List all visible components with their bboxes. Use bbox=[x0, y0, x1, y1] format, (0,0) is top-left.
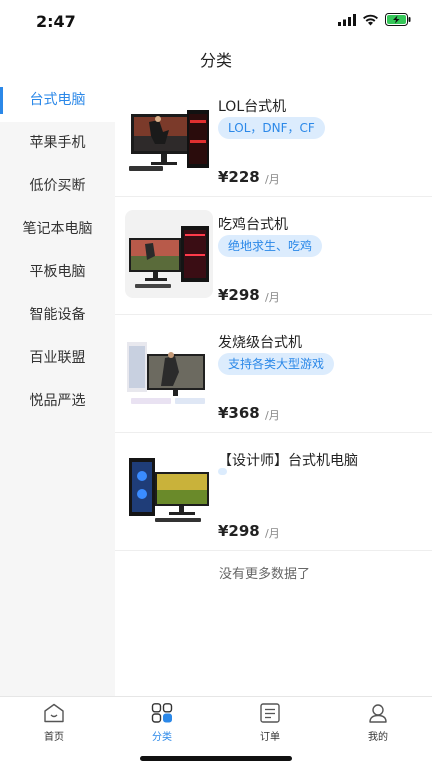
product-image bbox=[125, 328, 213, 416]
product-price: ¥298 bbox=[218, 522, 260, 540]
price-unit: /月 bbox=[265, 409, 280, 422]
product-title: LOL台式机 bbox=[218, 99, 287, 115]
product-card[interactable]: LOL台式机 LOL，DNF，CF ¥228 /月 bbox=[115, 79, 432, 197]
product-price: ¥368 bbox=[218, 404, 260, 422]
sidebar-item-label: 台式电脑 bbox=[29, 92, 86, 108]
product-price: ¥298 bbox=[218, 286, 260, 304]
product-card[interactable]: 吃鸡台式机 绝地求生、吃鸡 ¥298 /月 bbox=[115, 197, 432, 315]
product-image bbox=[125, 446, 213, 534]
product-price: ¥228 bbox=[218, 168, 260, 186]
home-icon bbox=[44, 703, 64, 723]
user-icon bbox=[369, 704, 387, 723]
price-unit: /月 bbox=[265, 527, 280, 540]
product-card[interactable]: 【设计师】台式机电脑 ¥298 /月 bbox=[115, 433, 432, 551]
no-more-data-text: 没有更多数据了 bbox=[219, 567, 311, 582]
category-grid-icon bbox=[151, 703, 173, 723]
tab-orders[interactable]: 订单 bbox=[240, 703, 300, 743]
sidebar-item-tablet[interactable]: 平板电脑 bbox=[0, 251, 115, 294]
wifi-icon bbox=[363, 14, 378, 25]
product-image bbox=[125, 210, 213, 298]
page-title: 分类 bbox=[199, 51, 232, 70]
battery-charging-icon bbox=[385, 13, 411, 26]
sidebar-item-iphone[interactable]: 苹果手机 bbox=[0, 122, 115, 165]
product-tag: LOL，DNF，CF bbox=[218, 117, 325, 139]
sidebar-item-laptop[interactable]: 笔记本电脑 bbox=[0, 208, 115, 251]
sidebar-item-label: 笔记本电脑 bbox=[22, 221, 93, 237]
price-unit: /月 bbox=[265, 291, 280, 304]
product-tag bbox=[218, 468, 227, 475]
tab-label: 我的 bbox=[368, 732, 388, 743]
sidebar-item-label: 苹果手机 bbox=[29, 135, 86, 151]
sidebar-item-label: 平板电脑 bbox=[29, 264, 86, 280]
product-title: 【设计师】台式机电脑 bbox=[218, 453, 358, 469]
sidebar-item-low-price-buyout[interactable]: 低价买断 bbox=[0, 165, 115, 208]
sidebar-item-label: 悦品严选 bbox=[29, 393, 86, 409]
tab-category[interactable]: 分类 bbox=[132, 703, 192, 743]
product-title: 发烧级台式机 bbox=[218, 335, 302, 351]
sidebar-item-label: 低价买断 bbox=[29, 178, 86, 194]
home-indicator bbox=[140, 756, 292, 761]
tab-profile[interactable]: 我的 bbox=[348, 703, 408, 743]
product-image bbox=[125, 92, 213, 180]
tab-home[interactable]: 首页 bbox=[24, 703, 84, 743]
sidebar-item-desktop-pc[interactable]: 台式电脑 bbox=[0, 79, 115, 122]
sidebar-item-smart-devices[interactable]: 智能设备 bbox=[0, 294, 115, 337]
category-sidebar: 台式电脑 苹果手机 低价买断 笔记本电脑 平板电脑 智能设备 百业联盟 悦品严选 bbox=[0, 79, 115, 696]
product-tag: 支持各类大型游戏 bbox=[218, 353, 335, 375]
product-tag: 绝地求生、吃鸡 bbox=[218, 235, 323, 257]
product-title: 吃鸡台式机 bbox=[218, 217, 288, 233]
tab-label: 订单 bbox=[260, 732, 280, 743]
product-list: LOL台式机 LOL，DNF，CF ¥228 /月 吃鸡台式机 绝地求生、吃鸡 bbox=[115, 79, 432, 696]
order-list-icon bbox=[260, 703, 280, 723]
status-icons bbox=[338, 13, 412, 26]
price-unit: /月 bbox=[265, 173, 280, 186]
sidebar-item-label: 百业联盟 bbox=[29, 350, 86, 366]
tab-label: 首页 bbox=[44, 732, 64, 743]
product-card[interactable]: 发烧级台式机 支持各类大型游戏 ¥368 /月 bbox=[115, 315, 432, 433]
sidebar-item-label: 智能设备 bbox=[29, 307, 86, 323]
sidebar-item-selected-goods[interactable]: 悦品严选 bbox=[0, 380, 115, 423]
cellular-signal-icon bbox=[338, 13, 356, 26]
status-time: 2:47 bbox=[36, 12, 76, 31]
tab-label: 分类 bbox=[152, 732, 172, 743]
status-bar: 2:47 bbox=[0, 0, 432, 42]
sidebar-item-business-alliance[interactable]: 百业联盟 bbox=[0, 337, 115, 380]
